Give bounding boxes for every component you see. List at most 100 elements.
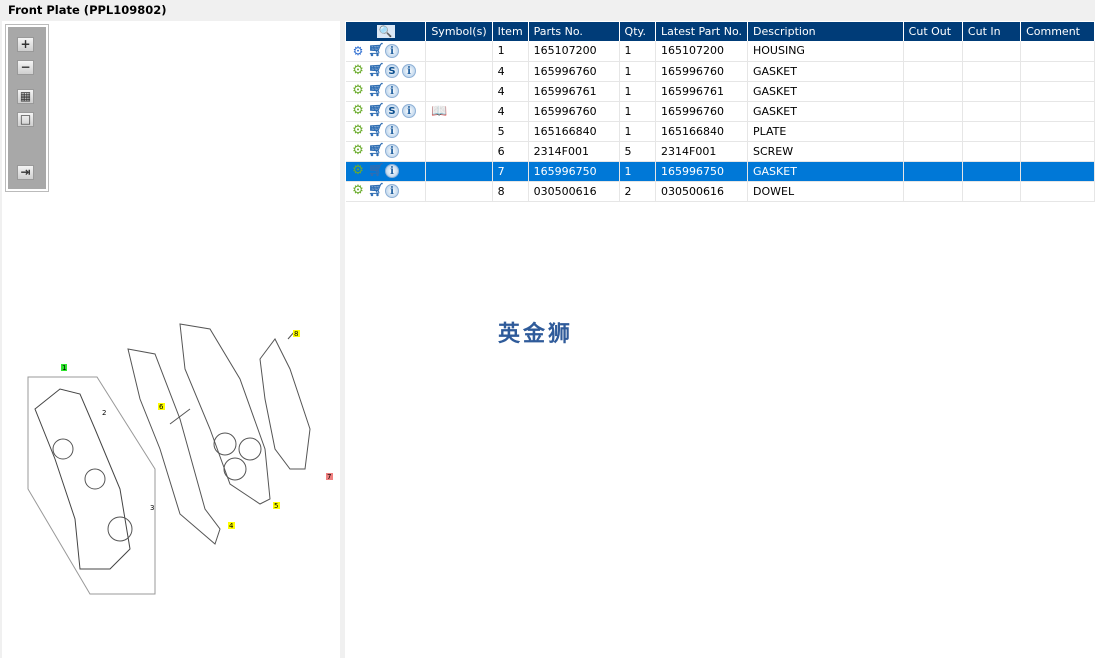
table-row[interactable]: ⚙ 🛒︎ i 1 165107200 1 165107200 HOUSING [346, 41, 1095, 62]
callout-1[interactable]: 1 [62, 364, 66, 372]
column-header-cut-in[interactable]: Cut In [962, 22, 1022, 41]
gear-icon[interactable]: ⚙ [351, 64, 365, 78]
cut-in-cell [962, 61, 1022, 82]
info-icon[interactable]: i [385, 124, 399, 138]
qty-cell: 1 [619, 81, 657, 102]
symbols-cell [425, 121, 493, 142]
description-cell: SCREW [747, 141, 904, 162]
parts-no-cell: 165996750 [528, 161, 620, 182]
callout-3[interactable]: 3 [150, 504, 154, 512]
callout-5[interactable]: 5 [274, 502, 278, 510]
column-header-latest-part-no[interactable]: Latest Part No. [655, 22, 748, 41]
cart-icon[interactable]: 🛒︎ [368, 84, 385, 98]
gear-icon[interactable]: ⚙ [351, 124, 365, 138]
comment-cell [1020, 121, 1095, 142]
table-row[interactable]: ⚙ 🛒︎ Si 📖 4 165996760 1 165996760 GASKET [346, 101, 1095, 122]
cut-in-cell [962, 121, 1022, 142]
parts-no-cell: 2314F001 [528, 141, 620, 162]
latest-part-no-cell: 165107200 [655, 41, 748, 62]
column-header-qty[interactable]: Qty. [619, 22, 657, 41]
comment-cell [1020, 181, 1095, 202]
cut-out-cell [903, 41, 963, 62]
gear-icon[interactable]: ⚙ [351, 164, 365, 178]
zoom-in-button[interactable]: + [17, 37, 34, 52]
description-cell: GASKET [747, 161, 904, 182]
callout-6[interactable]: 6 [159, 403, 164, 411]
table-row[interactable]: ⚙ 🛒︎ i 7 165996750 1 165996750 GASKET [346, 161, 1095, 182]
comment-cell [1020, 161, 1095, 182]
parts-list-panel: 🔍 Symbol(s) Item Parts No. Qty. Latest P… [345, 21, 1095, 658]
cart-icon[interactable]: 🛒︎ [368, 124, 385, 138]
info-icon[interactable]: i [385, 164, 399, 178]
parts-no-cell: 165107200 [528, 41, 620, 62]
table-row[interactable]: ⚙ 🛒︎ i 8 030500616 2 030500616 DOWEL [346, 181, 1095, 202]
gear-icon[interactable]: ⚙ [351, 144, 365, 158]
description-cell: GASKET [747, 101, 904, 122]
column-header-cut-out[interactable]: Cut Out [903, 22, 963, 41]
fit-all-button[interactable]: ▦ [17, 89, 34, 104]
magnifier-icon: 🔍 [376, 25, 395, 38]
symbols-cell [425, 161, 493, 182]
row-actions: ⚙ 🛒︎ Si [346, 101, 427, 122]
search-column-header[interactable]: 🔍 [346, 22, 427, 41]
column-header-symbols[interactable]: Symbol(s) [425, 22, 493, 41]
comment-cell [1020, 41, 1095, 62]
column-header-description[interactable]: Description [747, 22, 904, 41]
cart-icon[interactable]: 🛒︎ [368, 43, 385, 58]
item-cell: 7 [492, 161, 529, 182]
info-icon[interactable]: i [402, 64, 416, 78]
gear-icon[interactable]: ⚙ [351, 184, 365, 198]
callout-2[interactable]: 2 [102, 409, 106, 417]
callout-7[interactable]: 7 [327, 473, 331, 481]
column-header-parts-no[interactable]: Parts No. [528, 22, 620, 41]
description-cell: PLATE [747, 121, 904, 142]
parts-no-cell: 165996760 [528, 101, 620, 122]
info-icon[interactable]: i [385, 184, 399, 198]
cart-icon[interactable]: 🛒︎ [368, 104, 385, 118]
info-icon[interactable]: i [385, 144, 399, 158]
zoom-out-button[interactable]: − [17, 60, 34, 75]
page-title: Front Plate (PPL109802) [8, 3, 167, 17]
cut-out-cell [903, 141, 963, 162]
export-button[interactable]: ⇥ [17, 165, 34, 180]
supersession-icon[interactable]: S [385, 104, 399, 118]
cart-icon[interactable]: 🛒︎ [368, 64, 385, 78]
row-actions: ⚙ 🛒︎ Si [346, 61, 427, 82]
column-header-comment[interactable]: Comment [1020, 22, 1095, 41]
qty-cell: 1 [619, 121, 657, 142]
description-cell: HOUSING [747, 41, 904, 62]
cart-icon[interactable]: 🛒︎ [368, 144, 385, 158]
callout-8[interactable]: 8 [294, 330, 298, 338]
description-cell: DOWEL [747, 181, 904, 202]
book-magnifier-icon[interactable]: 📖 [431, 104, 447, 119]
item-cell: 1 [492, 41, 529, 62]
gear-icon[interactable]: ⚙ [351, 104, 365, 118]
supersession-icon[interactable]: S [385, 64, 399, 78]
cart-icon[interactable]: 🛒︎ [368, 184, 385, 198]
symbols-cell [425, 61, 493, 82]
latest-part-no-cell: 165996760 [655, 61, 748, 82]
table-row[interactable]: ⚙ 🛒︎ i 5 165166840 1 165166840 PLATE [346, 121, 1095, 142]
cut-out-cell [903, 161, 963, 182]
info-icon[interactable]: i [385, 43, 399, 58]
fit-window-button[interactable]: □ [17, 112, 34, 127]
table-row[interactable]: ⚙ 🛒︎ Si 4 165996760 1 165996760 GASKET [346, 61, 1095, 82]
comment-cell [1020, 141, 1095, 162]
latest-part-no-cell: 165996761 [655, 81, 748, 102]
qty-cell: 1 [619, 161, 657, 182]
qty-cell: 2 [619, 181, 657, 202]
info-icon[interactable]: i [385, 84, 399, 98]
column-header-item[interactable]: Item [492, 22, 529, 41]
parts-no-cell: 165996761 [528, 81, 620, 102]
latest-part-no-cell: 030500616 [655, 181, 748, 202]
gear-icon[interactable]: ⚙ [351, 84, 365, 98]
row-actions: ⚙ 🛒︎ i [346, 141, 427, 162]
cart-icon[interactable]: 🛒︎ [368, 164, 385, 178]
table-row[interactable]: ⚙ 🛒︎ i 6 2314F001 5 2314F001 SCREW [346, 141, 1095, 162]
info-icon[interactable]: i [402, 104, 416, 118]
row-actions: ⚙ 🛒︎ i [346, 81, 427, 102]
table-row[interactable]: ⚙ 🛒︎ i 4 165996761 1 165996761 GASKET [346, 81, 1095, 102]
callout-4[interactable]: 4 [229, 522, 234, 530]
symbols-cell [425, 141, 493, 162]
assembly-gears-icon[interactable]: ⚙ [351, 44, 365, 58]
